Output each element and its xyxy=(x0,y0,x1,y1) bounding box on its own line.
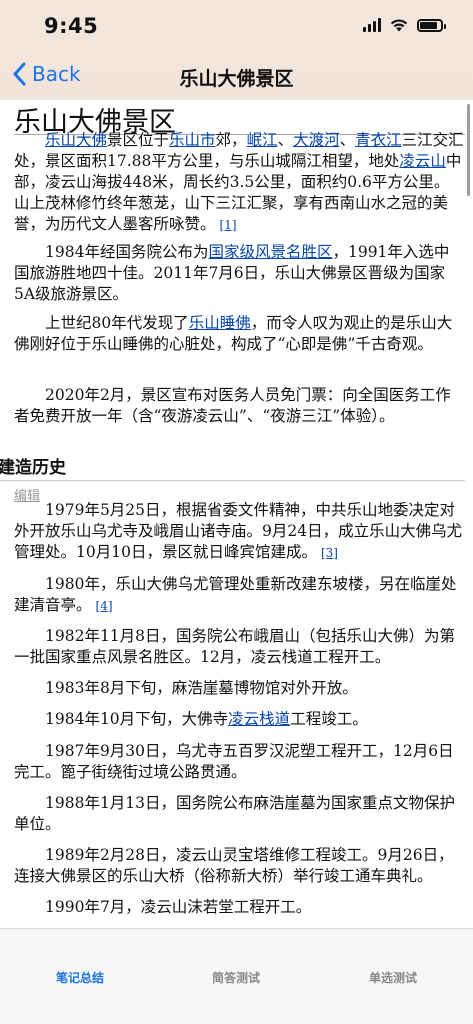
link-lingyun-plank-road[interactable]: 凌云栈道 xyxy=(228,710,290,728)
reference-link[interactable]: [4] xyxy=(96,599,113,613)
history-item: 1983年8月下旬，麻浩崖墓博物馆对外开放。 xyxy=(45,679,358,697)
intro-paragraph: 乐山大佛景区位于乐山市郊，岷江、大渡河、青衣江三江交汇处，景区面积17.88平方… xyxy=(14,130,464,236)
free-admission-paragraph: 2020年2月，景区宣布对医务人员免门票：向全国医务工作者免费开放一年（含“夜游… xyxy=(14,386,451,425)
link-sleeping-buddha[interactable]: 乐山睡佛 xyxy=(189,314,251,332)
history-item: 1990年7月，凌云山沫若堂工程开工。 xyxy=(45,898,312,916)
nav-title: 乐山大佛景区 xyxy=(179,68,294,90)
link-leshan-city[interactable]: 乐山市 xyxy=(169,131,216,149)
section-title-history: 建造历史 xyxy=(0,458,66,478)
designation-paragraph: 1984年经国务院公布为国家级风景名胜区，1991年入选中国旅游胜地四十佳。20… xyxy=(14,242,464,305)
tab-short-answer-test[interactable]: 简答测试 xyxy=(212,969,260,986)
history-item: 1988年1月13日，国务院公布麻浩崖墓为国家重点文物保护单位。 xyxy=(14,794,456,833)
link-national-scenic-area[interactable]: 国家级风景名胜区 xyxy=(208,243,332,261)
text: 、 xyxy=(277,131,294,149)
battery-level xyxy=(420,21,437,29)
link-lingyunshan[interactable]: 凌云山 xyxy=(399,152,446,170)
cellular-signal-icon xyxy=(363,18,381,32)
tab-notes-summary[interactable]: 笔记总结 xyxy=(56,969,104,986)
link-minjiang[interactable]: 岷江 xyxy=(247,131,278,149)
status-bar: 9:45 xyxy=(0,0,473,52)
article-webview[interactable]: 乐山大佛景区 乐山大佛景区位于乐山市郊，岷江、大渡河、青衣江三江交汇处，景区面积… xyxy=(0,100,473,928)
link-qingyijiang[interactable]: 青衣江 xyxy=(355,131,402,149)
header: 9:45 Back 乐山大佛景区 xyxy=(0,0,473,100)
section-divider xyxy=(0,480,465,481)
tab-single-choice-test[interactable]: 单选测试 xyxy=(369,969,417,986)
history-item: 1989年2月28日，凌云山灵宝塔维修工程竣工。9月26日，连接大佛景区的乐山大… xyxy=(14,846,454,885)
link-leshan-dafo[interactable]: 乐山大佛 xyxy=(45,131,107,149)
reference-link[interactable]: [1] xyxy=(220,218,237,232)
text: 1984年经国务院公布为 xyxy=(45,243,209,261)
scrollbar[interactable] xyxy=(467,104,470,196)
history-item: 1984年10月下旬，大佛寺凌云栈道工程竣工。 xyxy=(14,709,464,730)
history-item: 1987年9月30日，乌尤寺五百罗汉泥塑工程开工，12月6日完工。篦子街绕街过境… xyxy=(14,742,454,781)
text: 1980年，乐山大佛乌尤管理处重新改建东坡楼，另在临崖处建清音亭。 xyxy=(14,575,457,614)
wifi-icon xyxy=(390,19,408,32)
status-time: 9:45 xyxy=(44,14,99,38)
app-screen: 9:45 Back 乐山大佛景区 乐山大佛景区 乐山大佛景区位于乐山市郊，岷江、… xyxy=(0,0,473,1024)
text: 1984年10月下旬，大佛寺 xyxy=(45,710,229,728)
history-item: 1982年11月8日，国务院公布峨眉山（包括乐山大佛）为第一批国家重点风景名胜区… xyxy=(14,627,456,666)
text: 1979年5月25日，根据省委文件精神，中共乐山地委决定对外开放乐山乌尤寺及峨眉… xyxy=(14,501,463,561)
battery-icon xyxy=(417,18,446,32)
reference-link[interactable]: [3] xyxy=(321,546,338,560)
tab-bar: 笔记总结 简答测试 单选测试 xyxy=(0,928,473,1024)
link-daduhe[interactable]: 大渡河 xyxy=(293,131,340,149)
sleeping-buddha-paragraph: 上世纪80年代发现了乐山睡佛，而令人叹为观止的是乐山大佛刚好位于乐山睡佛的心脏处… xyxy=(14,313,464,355)
text: 景区位于 xyxy=(107,131,170,149)
history-item: 1980年，乐山大佛乌尤管理处重新改建东坡楼，另在临崖处建清音亭。 [4] xyxy=(14,574,464,617)
history-item: 1979年5月25日，根据省委文件精神，中共乐山地委决定对外开放乐山乌尤寺及峨眉… xyxy=(14,500,464,564)
navigation-bar: Back 乐山大佛景区 xyxy=(0,52,473,100)
text: 郊， xyxy=(215,131,247,149)
text: 、 xyxy=(339,131,356,149)
text: 工程竣工。 xyxy=(290,710,368,728)
status-icons xyxy=(363,18,446,32)
text: 上世纪80年代发现了 xyxy=(45,314,189,332)
